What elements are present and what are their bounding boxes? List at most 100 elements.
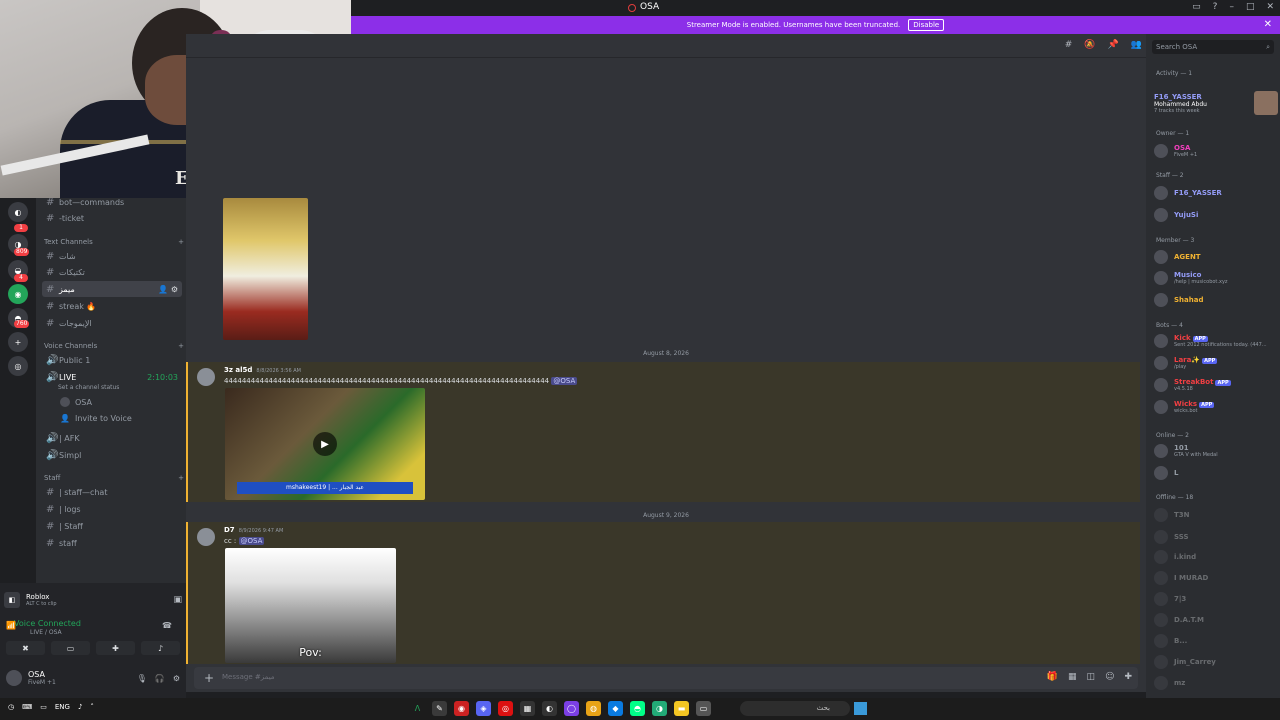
game-activity[interactable]: ◧ Roblox ALT C to clip ▣ (4, 587, 182, 613)
volume-icon[interactable]: ♪ (78, 703, 82, 711)
member-row[interactable]: F16_YASSER (1154, 184, 1278, 202)
member-row[interactable]: OSA FiveM +1 (1154, 142, 1278, 160)
member-row-offline[interactable]: mz (1154, 674, 1278, 692)
taskbar-app-icon[interactable]: Λ (410, 701, 425, 716)
microphone-icon[interactable]: 🎙 (137, 674, 147, 683)
channel-item[interactable]: # تكتيكات (42, 264, 182, 280)
message-author[interactable]: D7 (224, 526, 235, 534)
channel-item[interactable]: # | staff—chat (42, 484, 182, 500)
explore-icon[interactable]: ◎ (8, 356, 28, 376)
avatar[interactable] (197, 368, 215, 386)
member-row[interactable]: Musico/help | musicobot.xyz (1154, 269, 1278, 287)
channel-status[interactable]: Set a channel status (58, 384, 119, 391)
disconnect-icon[interactable]: ☎ (162, 621, 172, 630)
maximize-button[interactable]: □ (1246, 2, 1255, 12)
channel-item[interactable]: # | logs (42, 501, 182, 517)
taskbar-app-icon[interactable]: ◐ (542, 701, 557, 716)
voice-channel[interactable]: 🔊 Simpl (42, 447, 182, 463)
mention[interactable]: @OSA (238, 537, 265, 545)
message-input[interactable]: + Message #ميمز 🎁 ▦ ◫ ☺ ✚ (194, 667, 1138, 689)
taskbar-app-icon[interactable]: ◆ (608, 701, 623, 716)
language-indicator[interactable]: ENG (55, 703, 70, 711)
taskbar-app-icon[interactable]: ▭ (696, 701, 711, 716)
taskbar-app-icon[interactable]: ◉ (454, 701, 469, 716)
add-channel-icon[interactable]: + (178, 474, 184, 482)
add-attachment-icon[interactable]: + (204, 671, 214, 685)
chrome-taskbar-icon[interactable]: ◍ (586, 701, 601, 716)
add-channel-icon[interactable]: + (178, 238, 184, 246)
camera-off-icon[interactable]: ✖ (6, 641, 45, 655)
screen-share-icon[interactable]: ▭ (51, 641, 90, 655)
search-input[interactable]: Search OSA ⌕ (1152, 40, 1274, 54)
pin-icon[interactable]: 📌 (1108, 40, 1119, 50)
chevron-up-icon[interactable]: ˄ (90, 703, 94, 711)
members-icon[interactable]: 👥 (1131, 40, 1142, 50)
member-row[interactable]: Lara✨ APP/play (1154, 354, 1278, 372)
headphones-icon[interactable]: 🎧 (155, 674, 165, 683)
voice-channel-live[interactable]: 🔊 LIVE 2:10:03 (42, 369, 182, 385)
add-server-icon[interactable]: + (8, 332, 28, 352)
start-button[interactable] (854, 702, 867, 715)
clip-icon[interactable]: ▣ (173, 595, 182, 605)
gear-icon[interactable]: ⚙ (173, 674, 180, 683)
taskbar-search[interactable]: بحث (740, 701, 850, 716)
mention[interactable]: @OSA (551, 377, 578, 385)
taskbar-app-icon[interactable]: ◑ (652, 701, 667, 716)
taskbar-app-icon[interactable]: ▦ (520, 701, 535, 716)
member-row-offline[interactable]: B... (1154, 632, 1278, 650)
member-row[interactable]: L (1154, 464, 1278, 482)
member-row[interactable]: Wicks APP wicks.bot (1154, 398, 1278, 416)
invite-to-voice[interactable]: 👤 Invite to Voice (56, 410, 196, 426)
member-row-offline[interactable]: I MURAD (1154, 569, 1278, 587)
minimize-button[interactable]: – (1229, 2, 1234, 12)
current-user[interactable]: OSA FiveM +1 🎙 🎧 ⚙ (6, 667, 180, 689)
avatar[interactable] (197, 528, 215, 546)
inbox-icon[interactable]: ▭ (1192, 2, 1201, 12)
signal-icon[interactable]: 📶 (6, 621, 16, 630)
apps-icon[interactable]: ✚ (1124, 672, 1132, 682)
member-row[interactable]: 101 GTA V with Medal (1154, 442, 1278, 460)
image-attachment[interactable]: Pov: (225, 548, 396, 663)
activity-card[interactable]: F16_YASSER Mohammed Abdu 7 tracks this w… (1154, 88, 1278, 118)
channel-item[interactable]: # staff (42, 535, 182, 551)
disable-button[interactable]: Disable (908, 19, 945, 31)
member-row[interactable]: Shahad (1154, 291, 1278, 309)
taskbar-app-icon[interactable]: ◯ (564, 701, 579, 716)
channel-item[interactable]: # streak 🔥 (42, 298, 182, 314)
server-icon[interactable]: ◐ (8, 202, 28, 222)
message-author[interactable]: 3z al5d (224, 366, 252, 374)
image-attachment[interactable] (223, 198, 308, 340)
channel-item[interactable]: # الإيموجات (42, 315, 182, 331)
member-row[interactable]: StreakBot APP v4.5.18 (1154, 376, 1278, 394)
taskbar-app-icon[interactable]: ✎ (432, 701, 447, 716)
voice-connected-label[interactable]: Voice Connected (14, 619, 81, 628)
channel-ticket[interactable]: # -ticket (42, 210, 182, 226)
member-row[interactable]: Kick APP Sent 2012 notifications today. (4… (1154, 332, 1278, 350)
discord-taskbar-icon[interactable]: ◈ (476, 701, 491, 716)
channel-settings-icon[interactable]: 👤 ⚙ (158, 285, 178, 294)
voice-channel[interactable]: 🔊 | AFK (42, 430, 182, 446)
member-row-offline[interactable]: T3N (1154, 506, 1278, 524)
keyboard-icon[interactable]: ⌨ (22, 703, 32, 711)
close-icon[interactable]: ✕ (1264, 19, 1272, 30)
member-row-offline[interactable]: D.A.T.M (1154, 611, 1278, 629)
server-icon-osa[interactable]: ◉ (8, 284, 28, 304)
channel-bot-commands[interactable]: # bot—commands (42, 194, 182, 210)
member-row-offline[interactable]: Jim_Carrey (1154, 653, 1278, 671)
voice-member[interactable]: OSA (56, 394, 196, 410)
play-icon[interactable]: ▶ (313, 432, 337, 456)
sticker-icon[interactable]: ◫ (1087, 672, 1096, 682)
gift-icon[interactable]: 🎁 (1047, 672, 1058, 682)
channel-item[interactable]: # | Staff (42, 518, 182, 534)
voice-channel[interactable]: 🔊 Public 1 (42, 352, 182, 368)
member-row[interactable]: AGENT (1154, 248, 1278, 266)
category-staff[interactable]: Staff + (44, 474, 184, 482)
mute-icon[interactable]: 🔕 (1084, 40, 1095, 50)
member-row-offline[interactable]: i.kind (1154, 548, 1278, 566)
category-text-channels[interactable]: Text Channels + (44, 238, 184, 246)
threads-icon[interactable]: # (1065, 40, 1073, 50)
channel-item[interactable]: # شات (42, 248, 182, 264)
member-row-offline[interactable]: SSS (1154, 528, 1278, 546)
activities-icon[interactable]: ✚ (96, 641, 135, 655)
obs-taskbar-icon[interactable]: ◎ (498, 701, 513, 716)
